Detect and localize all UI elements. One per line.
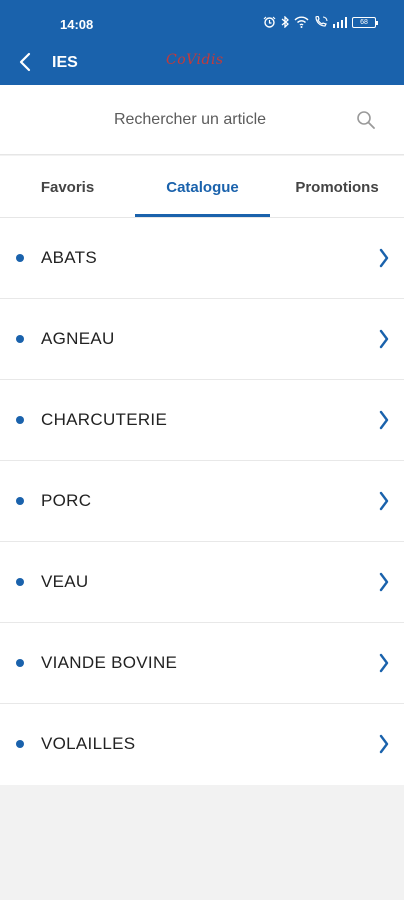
category-label: ABATS (41, 248, 97, 267)
wifi-call-icon (314, 16, 328, 28)
search-icon[interactable] (356, 110, 376, 130)
chevron-right-icon (379, 491, 389, 511)
tab-catalogue[interactable]: Catalogue (135, 156, 270, 218)
bullet-icon (16, 335, 24, 343)
battery-icon: 68 (352, 16, 378, 28)
category-item-volailles[interactable]: VOLAILLES (0, 704, 404, 785)
back-arrow-icon (19, 52, 31, 72)
signal-icon (333, 16, 347, 28)
category-item-abats[interactable]: ABATS (0, 218, 404, 299)
brand-logo: CoVidis (166, 52, 224, 68)
category-item-veau[interactable]: VEAU (0, 542, 404, 623)
status-icons: 68 (263, 16, 378, 28)
category-label: CHARCUTERIE (41, 410, 168, 429)
chevron-right-icon (379, 572, 389, 592)
status-time: 14:08 (60, 17, 94, 32)
bullet-icon (16, 416, 24, 424)
category-item-porc[interactable]: PORC (0, 461, 404, 542)
chevron-right-icon (379, 329, 389, 349)
category-item-charcuterie[interactable]: CHARCUTERIE (0, 380, 404, 461)
category-list: ABATS AGNEAU CHARCUTERIE PORC VEAU VIAND… (0, 218, 404, 785)
category-label: PORC (41, 491, 92, 510)
search-input[interactable] (40, 101, 340, 139)
bullet-icon (16, 659, 24, 667)
chevron-right-icon (379, 410, 389, 430)
search-bar (0, 85, 404, 155)
active-tab-indicator (135, 214, 270, 217)
chevron-right-icon (379, 653, 389, 673)
tab-promotions[interactable]: Promotions (270, 156, 404, 218)
back-button[interactable] (12, 49, 38, 75)
bullet-icon (16, 740, 24, 748)
category-label: VOLAILLES (41, 734, 136, 753)
app-title: IES (52, 54, 78, 71)
chevron-right-icon (379, 734, 389, 754)
chevron-right-icon (379, 248, 389, 268)
category-item-agneau[interactable]: AGNEAU (0, 299, 404, 380)
bullet-icon (16, 497, 24, 505)
status-bar: 14:08 68 (0, 0, 404, 40)
category-label: AGNEAU (41, 329, 115, 348)
bullet-icon (16, 578, 24, 586)
category-item-viande-bovine[interactable]: VIANDE BOVINE (0, 623, 404, 704)
bullet-icon (16, 254, 24, 262)
tab-favoris[interactable]: Favoris (0, 156, 135, 218)
wifi-icon (294, 16, 309, 28)
alarm-icon (263, 16, 276, 28)
category-label: VIANDE BOVINE (41, 653, 178, 672)
app-bar: IES CoVidis (0, 40, 404, 85)
category-label: VEAU (41, 572, 89, 591)
tab-bar: Favoris Catalogue Promotions (0, 156, 404, 218)
bluetooth-icon (281, 16, 289, 28)
